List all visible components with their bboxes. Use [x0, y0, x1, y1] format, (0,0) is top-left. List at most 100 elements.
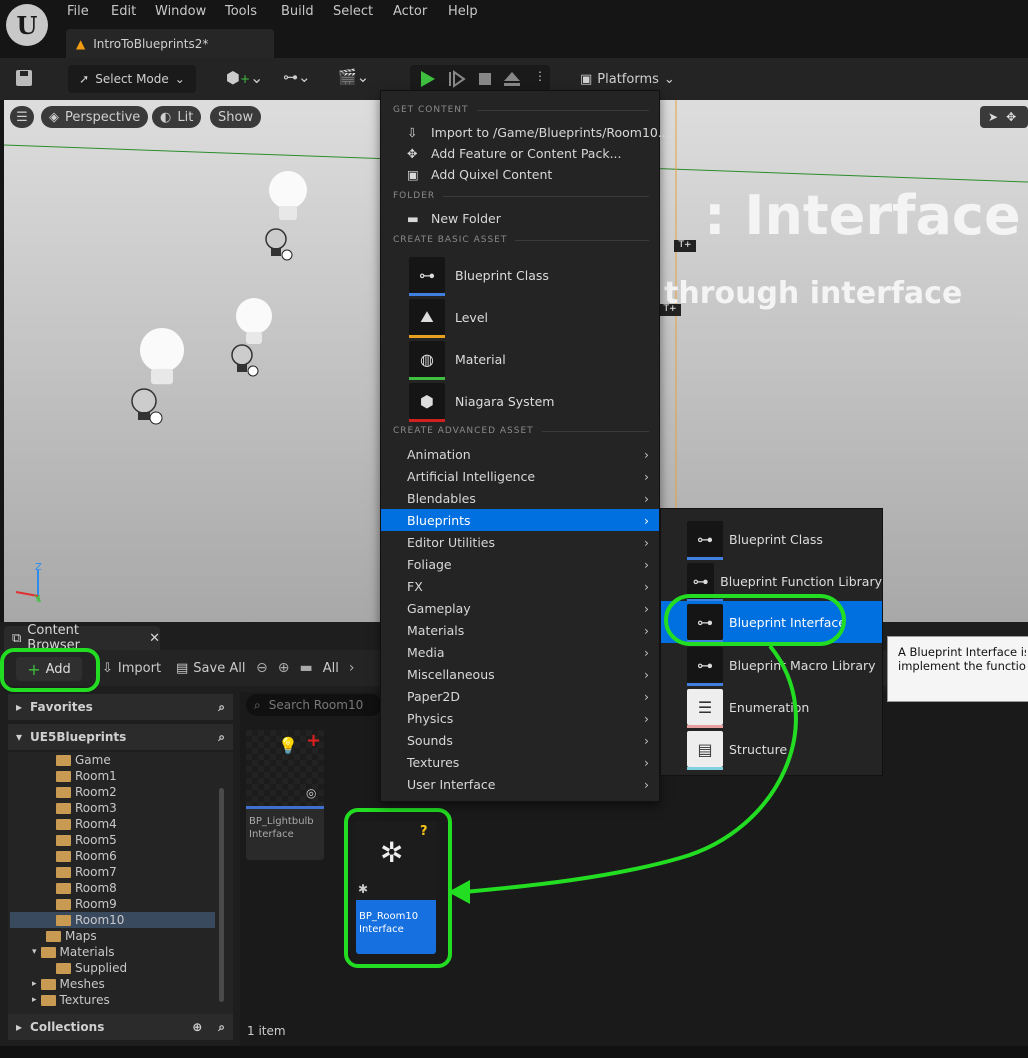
menu-foliage[interactable]: Foliage ›: [381, 553, 659, 575]
new-folder-icon: ▬: [407, 210, 419, 226]
close-icon[interactable]: ✕: [149, 631, 160, 646]
menu-item-label: FX: [407, 578, 423, 594]
search-icon[interactable]: ⌕: [218, 1020, 225, 1035]
menu-tools[interactable]: Tools: [225, 4, 257, 19]
import-button[interactable]: ⇩ Import: [102, 661, 161, 676]
folder-room2[interactable]: Room2: [56, 784, 117, 800]
breadcrumb-all[interactable]: All: [323, 661, 339, 676]
add-collection-icon[interactable]: ⊕: [192, 1020, 202, 1034]
folder-room7[interactable]: Room7: [56, 864, 117, 880]
menu-edit[interactable]: Edit: [111, 4, 136, 19]
back-icon[interactable]: ⊖: [256, 660, 268, 676]
folder-icon[interactable]: ▬: [299, 660, 312, 676]
perspective-button[interactable]: ◈ Perspective: [41, 106, 149, 128]
menu-fx[interactable]: FX ›: [381, 575, 659, 597]
folder-supplied[interactable]: Supplied: [56, 960, 127, 976]
folder-room10[interactable]: Room10: [10, 912, 215, 928]
menu-item-label: Level: [455, 309, 488, 325]
eject-icon[interactable]: [502, 70, 522, 88]
menu-niagara-system[interactable]: ⬢ Niagara System: [381, 381, 659, 422]
menu-add-feature[interactable]: ✥ Add Feature or Content Pack...: [381, 142, 659, 164]
menu-build[interactable]: Build: [281, 4, 314, 19]
save-all-label: Save All: [193, 661, 246, 676]
save-icon[interactable]: [14, 68, 36, 88]
menu-materials[interactable]: Materials ›: [381, 619, 659, 641]
select-mode-button[interactable]: ➚ Select Mode ⌄: [68, 65, 196, 93]
more-options-icon[interactable]: ⋮: [534, 69, 546, 83]
stop-icon[interactable]: [476, 70, 494, 88]
add-button[interactable]: + Add: [16, 657, 82, 681]
folder-room6[interactable]: Room6: [56, 848, 117, 864]
lit-button[interactable]: ◐ Lit: [152, 106, 202, 128]
favorites-header[interactable]: ▸ Favorites ⌕: [8, 694, 233, 720]
menu-actor[interactable]: Actor: [393, 4, 427, 19]
menu-select[interactable]: Select: [333, 4, 373, 19]
transform-tools[interactable]: ➤ ✥: [980, 106, 1028, 128]
blueprints-icon[interactable]: ⊶⌄: [283, 68, 323, 90]
tooltip-line1: A Blueprint Interface is a: [898, 645, 1026, 659]
cinematics-icon[interactable]: 🎬⌄: [338, 68, 378, 90]
menu-blendables[interactable]: Blendables ›: [381, 487, 659, 509]
level-tab[interactable]: ▲ IntroToBlueprints2*: [66, 29, 274, 58]
menu-new-folder[interactable]: ▬ New Folder: [381, 207, 659, 229]
menu-help[interactable]: Help: [448, 4, 478, 19]
folder-maps[interactable]: Maps: [46, 928, 97, 944]
content-browser-tab[interactable]: ⧉ Content Browser ✕: [4, 623, 160, 653]
menu-blueprint-class[interactable]: ⊶ Blueprint Class: [381, 255, 659, 296]
advance-frame-icon[interactable]: [448, 70, 466, 88]
submenu-blueprint-class[interactable]: ⊶ Blueprint Class: [661, 519, 882, 560]
tree-scrollbar[interactable]: [219, 788, 224, 1002]
select-arrow-icon[interactable]: ➤: [988, 110, 998, 124]
project-header[interactable]: ▾ UE5Blueprints ⌕: [8, 724, 233, 750]
folder-room8[interactable]: Room8: [56, 880, 117, 896]
menu-editor-utilities[interactable]: Editor Utilities ›: [381, 531, 659, 553]
folder-room5[interactable]: Room5: [56, 832, 117, 848]
search-input[interactable]: ⌕ Search Room10: [246, 694, 382, 716]
menu-window[interactable]: Window: [155, 4, 206, 19]
show-button[interactable]: Show: [210, 106, 262, 128]
forward-icon[interactable]: ⊕: [278, 660, 290, 676]
lit-sphere-icon: ◐: [160, 109, 172, 125]
menu-level[interactable]: ⛰ Level: [381, 297, 659, 338]
folder-room4[interactable]: Room4: [56, 816, 117, 832]
menu-item-label: Blueprint Class: [729, 531, 823, 547]
folder-room3[interactable]: Room3: [56, 800, 117, 816]
section-folder: FOLDER: [393, 191, 649, 201]
chevron-right-icon: ›: [644, 600, 649, 616]
menu-ai[interactable]: Artificial Intelligence ›: [381, 465, 659, 487]
chevron-right-icon: ›: [644, 578, 649, 594]
search-icon[interactable]: ⌕: [218, 730, 225, 745]
play-icon[interactable]: [418, 70, 436, 88]
menu-animation[interactable]: Animation ›: [381, 443, 659, 465]
asset-tile-room10-interface[interactable]: ✲ ? ✱ BP_Room10 Interface: [356, 822, 436, 954]
menu-gameplay[interactable]: Gameplay ›: [381, 597, 659, 619]
unreal-logo-icon[interactable]: U: [6, 4, 48, 46]
folder-room1[interactable]: Room1: [56, 768, 117, 784]
menu-material[interactable]: ◍ Material: [381, 339, 659, 380]
folder-icon: [46, 930, 61, 942]
search-icon[interactable]: ⌕: [218, 700, 225, 715]
interface-highlight-ring: [664, 594, 846, 646]
save-all-button[interactable]: ▤ Save All: [176, 661, 245, 676]
platforms-button[interactable]: ▣ Platforms ⌄: [580, 69, 675, 89]
folder-materials[interactable]: ▾ Materials: [32, 944, 115, 960]
add-actor-icon[interactable]: ⬢+⌄: [226, 68, 266, 90]
asset-tile-lightbulb-interface[interactable]: 💡 + ◎ BP_Lightbulb Interface: [246, 730, 324, 860]
folder-room9[interactable]: Room9: [56, 896, 117, 912]
folder-label: Room1: [75, 769, 117, 783]
collections-header[interactable]: ▸ Collections ⊕ ⌕: [8, 1014, 233, 1040]
menu-file[interactable]: File: [67, 4, 89, 19]
folder-game[interactable]: Game: [56, 752, 111, 768]
folder-textures[interactable]: ▸ Textures: [32, 992, 110, 1008]
folder-label: Game: [75, 753, 111, 767]
folder-meshes[interactable]: ▸ Meshes: [32, 976, 105, 992]
chevron-right-icon: ›: [644, 556, 649, 572]
chevron-right-icon[interactable]: ›: [349, 660, 355, 676]
menu-blueprints[interactable]: Blueprints ›: [381, 509, 659, 531]
menu-import[interactable]: ⇩ Import to /Game/Blueprints/Room10...: [381, 121, 670, 143]
move-icon[interactable]: ✥: [1006, 110, 1016, 124]
blueprint-interface-tooltip: A Blueprint Interface is a implement the…: [887, 636, 1028, 702]
axis-z-label: Z: [35, 562, 42, 573]
viewport-menu-icon[interactable]: ☰: [10, 106, 34, 128]
menu-add-quixel[interactable]: ▣ Add Quixel Content: [381, 163, 659, 185]
